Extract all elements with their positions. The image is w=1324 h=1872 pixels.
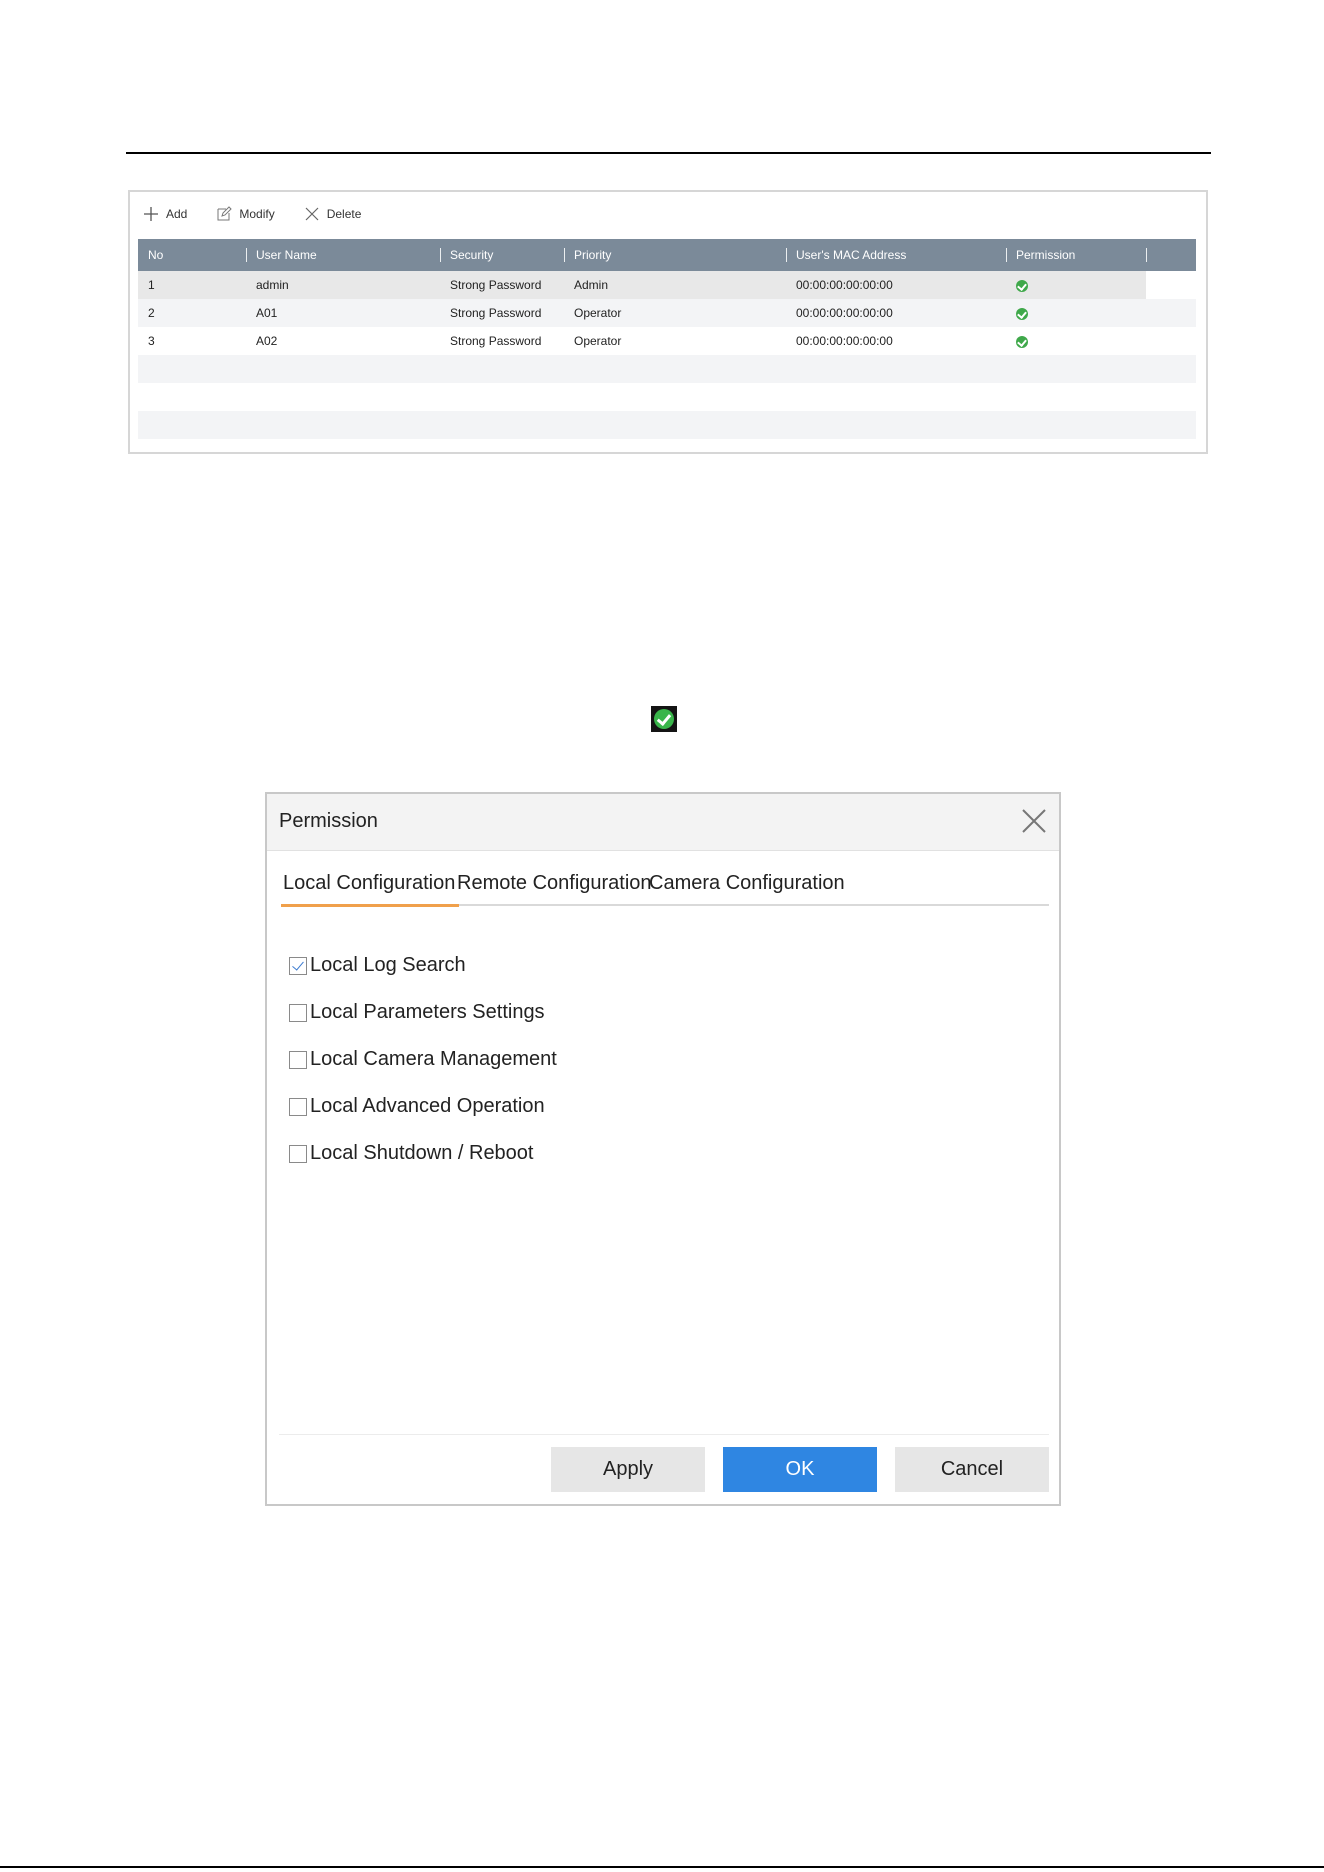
checkbox[interactable] — [289, 956, 307, 975]
checkbox[interactable] — [289, 1144, 307, 1163]
permission-check-icon — [651, 706, 677, 732]
cell-security: Strong Password — [450, 334, 542, 348]
table-row[interactable]: 1 admin Strong Password Admin 00:00:00:0… — [138, 271, 1196, 299]
cancel-button[interactable]: Cancel — [895, 1447, 1049, 1492]
cell-permission — [1006, 327, 1146, 355]
cell-user-name: A02 — [256, 334, 278, 348]
plus-icon — [142, 205, 160, 223]
cell-permission — [1006, 271, 1146, 299]
column-header-no[interactable]: No — [138, 239, 246, 271]
modify-label: Modify — [239, 207, 275, 221]
user-list-panel: Add Modify Delete No User Name Security … — [128, 190, 1208, 454]
cell-no: 3 — [148, 334, 155, 348]
tab-remote-configuration[interactable]: Remote Configuration — [457, 872, 652, 895]
permission-tabs: Local Configuration Remote Configuration… — [280, 864, 1049, 907]
checkbox[interactable] — [289, 1003, 307, 1022]
column-header-priority[interactable]: Priority — [564, 239, 786, 271]
permission-label: Local Parameters Settings — [310, 1001, 545, 1023]
permission-label: Local Camera Management — [310, 1048, 557, 1070]
table-header-row: No User Name Security Priority User's MA… — [138, 239, 1196, 271]
table-row-empty — [138, 383, 1196, 411]
table-row[interactable]: 2 A01 Strong Password Operator 00:00:00:… — [138, 299, 1196, 327]
table-row-empty — [138, 411, 1196, 439]
cell-mac: 00:00:00:00:00:00 — [786, 271, 1006, 299]
table-row-empty — [138, 355, 1196, 383]
add-button[interactable]: Add — [142, 205, 187, 223]
column-header-user-name[interactable]: User Name — [246, 239, 440, 271]
apply-button[interactable]: Apply — [551, 1447, 705, 1492]
checkbox[interactable] — [289, 1097, 307, 1116]
permission-local-advanced-operation[interactable]: Local Advanced Operation — [289, 1083, 557, 1130]
cell-no: 2 — [138, 299, 246, 327]
permission-local-parameters-settings[interactable]: Local Parameters Settings — [289, 989, 557, 1036]
cell-user-name: A01 — [246, 299, 440, 327]
table-row[interactable]: 3 A02 Strong Password Operator 00:00:00:… — [138, 327, 1196, 355]
close-icon — [1022, 809, 1046, 833]
permission-list: Local Log Search Local Parameters Settin… — [289, 942, 557, 1177]
modify-button[interactable]: Modify — [215, 205, 275, 223]
cell-no: 1 — [138, 271, 246, 299]
dialog-footer-divider — [279, 1434, 1049, 1435]
cell-priority: Admin — [564, 271, 786, 299]
permission-label: Local Shutdown / Reboot — [310, 1142, 534, 1164]
permission-local-shutdown-reboot[interactable]: Local Shutdown / Reboot — [289, 1130, 557, 1177]
check-icon[interactable] — [1016, 307, 1028, 320]
close-button[interactable] — [1015, 802, 1053, 840]
permission-label: Local Advanced Operation — [310, 1095, 545, 1117]
column-header-security[interactable]: Security — [440, 239, 564, 271]
ok-button[interactable]: OK — [723, 1447, 877, 1492]
permission-dialog: Permission Local Configuration Remote Co… — [265, 792, 1061, 1506]
permission-local-camera-management[interactable]: Local Camera Management — [289, 1036, 557, 1083]
cell-mac: 00:00:00:00:00:00 — [786, 299, 1006, 327]
check-icon[interactable] — [1016, 335, 1028, 348]
delete-label: Delete — [326, 207, 362, 221]
cell-mac: 00:00:00:00:00:00 — [796, 334, 893, 348]
checkbox[interactable] — [289, 1050, 307, 1069]
cell-priority: Operator — [564, 299, 786, 327]
user-toolbar: Add Modify Delete — [142, 202, 389, 226]
column-header-mac-address[interactable]: User's MAC Address — [786, 239, 1006, 271]
column-header-blank — [1146, 239, 1196, 271]
column-header-permission[interactable]: Permission — [1006, 239, 1146, 271]
tab-local-configuration[interactable]: Local Configuration — [280, 872, 460, 907]
add-label: Add — [166, 207, 188, 221]
cell-security: Strong Password — [440, 271, 564, 299]
page-footer-rule — [0, 1866, 1324, 1868]
user-table: No User Name Security Priority User's MA… — [138, 239, 1196, 439]
check-icon — [654, 709, 674, 729]
edit-icon — [215, 205, 233, 223]
cell-priority: Operator — [574, 334, 622, 348]
dialog-header: Permission — [267, 794, 1059, 851]
dialog-title: Permission — [279, 810, 378, 832]
check-icon[interactable] — [1016, 279, 1028, 292]
permission-label: Local Log Search — [310, 954, 466, 976]
cell-permission — [1006, 299, 1146, 327]
cell-user-name: admin — [246, 271, 440, 299]
tab-camera-configuration[interactable]: Camera Configuration — [649, 872, 845, 895]
delete-button[interactable]: Delete — [303, 205, 362, 223]
close-icon — [303, 205, 321, 223]
cell-security: Strong Password — [440, 299, 564, 327]
page-header-rule — [126, 152, 1211, 154]
permission-local-log-search[interactable]: Local Log Search — [289, 942, 557, 989]
